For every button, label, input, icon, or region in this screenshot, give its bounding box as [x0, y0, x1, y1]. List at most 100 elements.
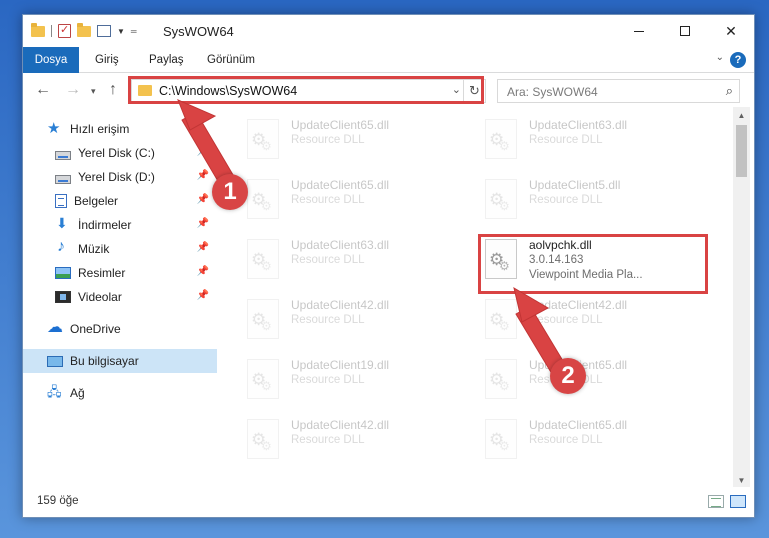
pin-icon[interactable]: 📌: [197, 218, 209, 229]
sidebar-item-label: Ağ: [70, 386, 85, 400]
list-item[interactable]: UpdateClient42.dll Resource DLL: [479, 293, 699, 347]
step-1-badge: 1: [212, 174, 248, 210]
maximize-button[interactable]: [662, 15, 708, 47]
file-description: Resource DLL: [529, 134, 603, 146]
list-item[interactable]: UpdateClient65.dll Resource DLL: [479, 353, 699, 407]
list-item[interactable]: UpdateClient63.dll Resource DLL: [479, 113, 699, 167]
sidebar-item-onedrive[interactable]: OneDrive: [23, 317, 217, 341]
scroll-up-icon[interactable]: ▲: [733, 107, 750, 124]
dll-file-icon: [485, 299, 517, 339]
file-description: Resource DLL: [291, 194, 365, 206]
dll-file-icon: [485, 119, 517, 159]
sidebar-item-label: OneDrive: [70, 322, 121, 336]
sidebar-item-label: Yerel Disk (D:): [78, 170, 155, 184]
scroll-thumb[interactable]: [736, 125, 747, 177]
file-name: UpdateClient42.dll: [529, 298, 628, 312]
pin-icon[interactable]: 📌: [197, 266, 209, 277]
quick-access-toolbar: ▼ ═: [31, 22, 137, 38]
properties-check-icon[interactable]: [58, 23, 71, 38]
file-name: UpdateClient19.dll: [291, 358, 390, 372]
ribbon-expand-icon[interactable]: ⌄: [716, 52, 724, 63]
file-highlight-box: [478, 234, 708, 294]
search-box[interactable]: Ara: SysWOW64 ⌕: [497, 79, 740, 103]
sidebar-item-label: Resimler: [78, 266, 126, 280]
list-item[interactable]: UpdateClient42.dll Resource DLL: [241, 413, 461, 467]
sidebar-item-videos[interactable]: Videolar 📌: [23, 285, 217, 309]
pin-icon[interactable]: 📌: [197, 170, 209, 181]
address-highlight-box: [128, 76, 484, 104]
list-item[interactable]: UpdateClient65.dll Resource DLL: [241, 113, 461, 167]
sidebar-item-documents[interactable]: Belgeler 📌: [23, 189, 217, 213]
sidebar-item-local-disk-d[interactable]: Yerel Disk (D:) 📌: [23, 165, 217, 189]
sidebar-item-label: Müzik: [78, 242, 110, 256]
toolbar-divider: [51, 25, 52, 37]
tab-share[interactable]: Paylaş: [149, 47, 184, 73]
sidebar-item-this-pc[interactable]: Bu bilgisayar: [23, 349, 217, 373]
customize-toolbar-icon[interactable]: ═: [131, 27, 137, 36]
details-view-icon[interactable]: [708, 495, 724, 508]
sidebar-item-local-disk-c[interactable]: Yerel Disk (C:) 📌: [23, 141, 217, 165]
sidebar-item-music[interactable]: Müzik 📌: [23, 237, 217, 261]
file-name: UpdateClient65.dll: [291, 118, 390, 132]
chevron-down-icon[interactable]: ▼: [117, 27, 125, 36]
list-item[interactable]: UpdateClient5.dll Resource DLL: [479, 173, 699, 227]
ribbon-tabs: Dosya Giriş Paylaş Görünüm ⌄ ?: [23, 47, 754, 101]
file-name: UpdateClient63.dll: [529, 118, 628, 132]
file-name: UpdateClient65.dll: [291, 178, 390, 192]
list-item[interactable]: UpdateClient42.dll Resource DLL: [241, 293, 461, 347]
close-icon: ✕: [725, 22, 737, 39]
list-item[interactable]: UpdateClient19.dll Resource DLL: [241, 353, 461, 407]
file-description: Resource DLL: [529, 194, 603, 206]
dll-file-icon: [485, 359, 517, 399]
sidebar-item-pictures[interactable]: Resimler 📌: [23, 261, 217, 285]
navigation-pane: Hızlı erişim Yerel Disk (C:) 📌 Yerel Dis…: [23, 107, 219, 489]
new-folder-icon[interactable]: [77, 22, 91, 37]
download-icon: [55, 215, 71, 232]
list-item[interactable]: UpdateClient63.dll Resource DLL: [241, 233, 461, 287]
dll-file-icon: [247, 119, 279, 159]
close-button[interactable]: ✕: [708, 15, 754, 47]
file-description: Resource DLL: [291, 314, 365, 326]
sidebar-item-downloads[interactable]: İndirmeler 📌: [23, 213, 217, 237]
window-controls: ✕: [616, 15, 754, 47]
file-description: Resource DLL: [529, 434, 603, 446]
back-button[interactable]: ←: [35, 81, 51, 99]
star-icon: [47, 119, 63, 137]
dll-file-icon: [247, 239, 279, 279]
tab-view[interactable]: Görünüm: [207, 47, 255, 73]
recent-locations-button[interactable]: ▾: [91, 86, 96, 97]
sidebar-item-label: İndirmeler: [78, 218, 132, 232]
pin-icon[interactable]: 📌: [197, 242, 209, 253]
sidebar-item-network[interactable]: Ağ: [23, 381, 217, 405]
computer-icon: [47, 355, 63, 367]
forward-button[interactable]: →: [65, 81, 81, 99]
file-name: UpdateClient42.dll: [291, 418, 390, 432]
tab-home[interactable]: Giriş: [95, 47, 119, 73]
vertical-scrollbar[interactable]: ▲ ▼: [733, 107, 750, 489]
search-icon[interactable]: ⌕: [726, 83, 733, 99]
search-placeholder: Ara: SysWOW64: [507, 85, 598, 99]
list-item[interactable]: UpdateClient65.dll Resource DLL: [479, 413, 699, 467]
window-title: SysWOW64: [163, 24, 234, 39]
pin-icon[interactable]: 📌: [197, 146, 209, 157]
minimize-button[interactable]: [616, 15, 662, 47]
sidebar-item-label: Belgeler: [74, 194, 119, 208]
large-icons-view-icon[interactable]: [730, 495, 746, 508]
disk-icon: [55, 150, 71, 160]
step-2-badge: 2: [550, 358, 586, 394]
sidebar-item-quick-access[interactable]: Hızlı erişim: [23, 117, 217, 141]
help-icon[interactable]: ?: [730, 52, 746, 68]
document-icon: [55, 194, 67, 208]
up-button[interactable]: ↑: [109, 81, 117, 99]
file-list: UpdateClient65.dll Resource DLL UpdateCl…: [219, 107, 739, 489]
pin-icon[interactable]: 📌: [197, 194, 209, 205]
properties-icon[interactable]: [97, 25, 111, 37]
list-item[interactable]: UpdateClient65.dll Resource DLL: [241, 173, 461, 227]
file-name: UpdateClient42.dll: [291, 298, 390, 312]
disk-icon: [55, 174, 71, 184]
pin-icon[interactable]: 📌: [197, 290, 209, 301]
sidebar-item-label: Videolar: [78, 290, 122, 304]
minimize-icon: [634, 30, 644, 32]
dll-file-icon: [247, 419, 279, 459]
music-icon: [55, 238, 71, 256]
